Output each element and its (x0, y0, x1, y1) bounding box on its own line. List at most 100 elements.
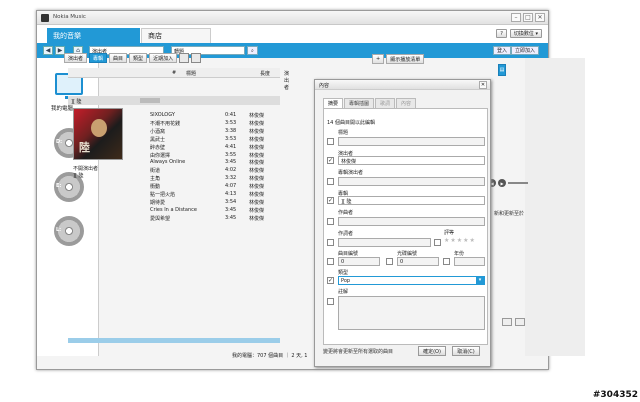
track-artist: 林俊傑 (249, 192, 265, 198)
search-icon[interactable]: ⌕ (247, 46, 258, 55)
tab-store[interactable]: 商店 (141, 28, 211, 43)
maximize-button[interactable]: □ (523, 13, 533, 22)
table-row[interactable]: 點一把火焰 4:13 林俊傑 (150, 191, 280, 199)
table-row[interactable]: 不潮不用花錢 3:53 林俊傑 (150, 120, 280, 128)
album-group-header[interactable]: ][ 陸 (68, 96, 280, 105)
title-checkbox[interactable] (327, 138, 334, 145)
grid-view-icon[interactable] (179, 53, 190, 63)
filter-recent-button[interactable]: 近期加入 (149, 53, 178, 63)
tab-content[interactable]: 內容 (396, 98, 417, 108)
track-length: 3:55 (225, 151, 237, 158)
col-num[interactable]: # (172, 70, 176, 76)
composer-checkbox[interactable] (327, 218, 334, 225)
minimize-button[interactable]: – (511, 13, 521, 22)
track-number-checkbox[interactable] (327, 258, 334, 265)
corner-icon-1[interactable] (502, 318, 512, 326)
album-artist-checkbox[interactable] (327, 178, 334, 185)
table-row[interactable]: SIXOLOGY 0:41 林俊傑 (150, 112, 280, 120)
genre-checkbox[interactable]: ✓ (327, 277, 334, 284)
table-row[interactable]: 衝動 4:07 林俊傑 (150, 183, 280, 191)
filter-artist-button[interactable]: 演出者 (64, 53, 88, 63)
lyricist-field[interactable] (338, 238, 431, 247)
table-row[interactable]: 街道 4:02 林俊傑 (150, 167, 280, 175)
disc-number-checkbox[interactable] (386, 258, 393, 265)
list-view-icon[interactable] (191, 53, 202, 63)
track-artist: 林俊傑 (249, 168, 265, 175)
dialog-title: 內容 (315, 80, 490, 90)
right-hint: 新和更新至於 (494, 211, 525, 217)
back-icon[interactable]: ◀ (43, 46, 53, 55)
col-title[interactable]: 標題 (186, 70, 196, 77)
composer-field[interactable] (338, 217, 485, 226)
table-row[interactable]: 小酒窩 3:38 林俊傑 (150, 128, 280, 136)
help-button[interactable]: ? (496, 29, 507, 38)
computer-label: 我的電腦 (51, 106, 74, 112)
comment-field[interactable] (338, 296, 485, 330)
tab-my-music[interactable]: 我的音樂 (47, 28, 140, 43)
add-button[interactable]: + (372, 54, 385, 64)
album-info-line2: ][ 陸 (73, 173, 84, 179)
panel-toggle-icon[interactable]: ▤ (498, 64, 506, 76)
cancel-button[interactable]: 取消(C) (452, 346, 480, 356)
year-field[interactable] (454, 257, 485, 266)
comment-checkbox[interactable] (327, 298, 334, 305)
table-row[interactable]: Always Online 3:45 林俊傑 (150, 159, 280, 167)
volume-slider[interactable] (508, 182, 528, 184)
artist-checkbox[interactable]: ✓ (327, 157, 334, 164)
album-info-line1: 不開演出者 (73, 166, 99, 172)
filter-track-button[interactable]: 曲目 (109, 53, 128, 63)
corner-icon-2[interactable] (515, 318, 525, 326)
play-icon[interactable]: ▶ (498, 179, 506, 187)
lyricist-checkbox[interactable] (327, 239, 334, 246)
table-row[interactable]: 黑武士 3:53 林俊傑 (150, 136, 280, 144)
tab-album-art[interactable]: 專輯插圖 (344, 98, 375, 108)
show-playlist-button[interactable]: 顯示播放清單 (386, 54, 425, 64)
album-group-title: ][ 陸 (71, 99, 82, 105)
filter-genre-button[interactable]: 類型 (129, 53, 148, 63)
album-field[interactable]: ][ 陸 (338, 196, 485, 205)
disc-number-field[interactable]: 0 (397, 257, 439, 266)
genre-label: 類型 (338, 270, 349, 276)
list-scrollbar[interactable] (68, 338, 280, 343)
album-info: 不開演出者 ][ 陸 (73, 166, 98, 180)
tab-lyrics[interactable]: 歌詞 (375, 98, 396, 108)
col-length[interactable]: 長度 (260, 70, 270, 77)
artist-field[interactable]: 林俊傑 (338, 156, 485, 165)
table-row[interactable]: 愛與希望 3:45 林俊傑 (150, 215, 280, 223)
track-number-field[interactable]: 0 (338, 257, 380, 266)
login-button[interactable]: 登入 (493, 46, 512, 55)
table-row[interactable]: 主角 3:32 林俊傑 (150, 175, 280, 183)
device-switch-button[interactable]: 切換數位 ▾ (509, 29, 542, 38)
track-artist: 林俊傑 (249, 176, 265, 183)
window-title: Nokia Music (53, 14, 86, 20)
year-checkbox[interactable] (443, 258, 450, 265)
drive-l-icon[interactable]: L: (54, 216, 84, 246)
track-artist: 林俊傑 (249, 199, 265, 206)
close-button[interactable]: ✕ (535, 13, 545, 22)
track-title: 不潮不用花錢 (150, 120, 181, 127)
track-artist: 林俊傑 (249, 120, 265, 127)
rating-stars[interactable]: ★★★★★ (444, 237, 476, 244)
table-row[interactable]: 由你選擇 3:55 林俊傑 (150, 152, 280, 160)
tab-summary[interactable]: 摘要 (323, 98, 344, 108)
col-artist[interactable]: 演出者 (284, 70, 289, 91)
rating-checkbox[interactable] (434, 239, 441, 246)
album-cover[interactable]: 陸 (73, 108, 123, 160)
title-field[interactable] (338, 137, 485, 146)
edit-count: 14 個曲目開以此編輯 (327, 120, 375, 126)
table-row[interactable]: 期待愛 3:54 林俊傑 (150, 199, 280, 207)
ok-button[interactable]: 確定(O) (418, 346, 446, 356)
track-length: 4:02 (225, 167, 237, 174)
genre-select[interactable]: Pop ▾ (338, 276, 485, 285)
filter-album-button[interactable]: 專輯 (89, 53, 108, 63)
title-label: 標題 (338, 130, 349, 136)
track-length: 3:53 (225, 135, 237, 142)
dialog-footer-note: 變更將會更新至所有選取的曲目 (323, 349, 394, 355)
table-row[interactable]: Cries In a Distance 3:45 林俊傑 (150, 207, 280, 215)
album-checkbox[interactable]: ✓ (327, 197, 334, 204)
title-bar: Nokia Music – □ ✕ (37, 11, 548, 25)
table-row[interactable]: 醉赤壁 4:41 林俊傑 (150, 144, 280, 152)
signup-button[interactable]: 立即加入 (511, 46, 540, 55)
album-artist-field[interactable] (338, 177, 485, 186)
dialog-close-button[interactable]: ✕ (479, 81, 487, 89)
